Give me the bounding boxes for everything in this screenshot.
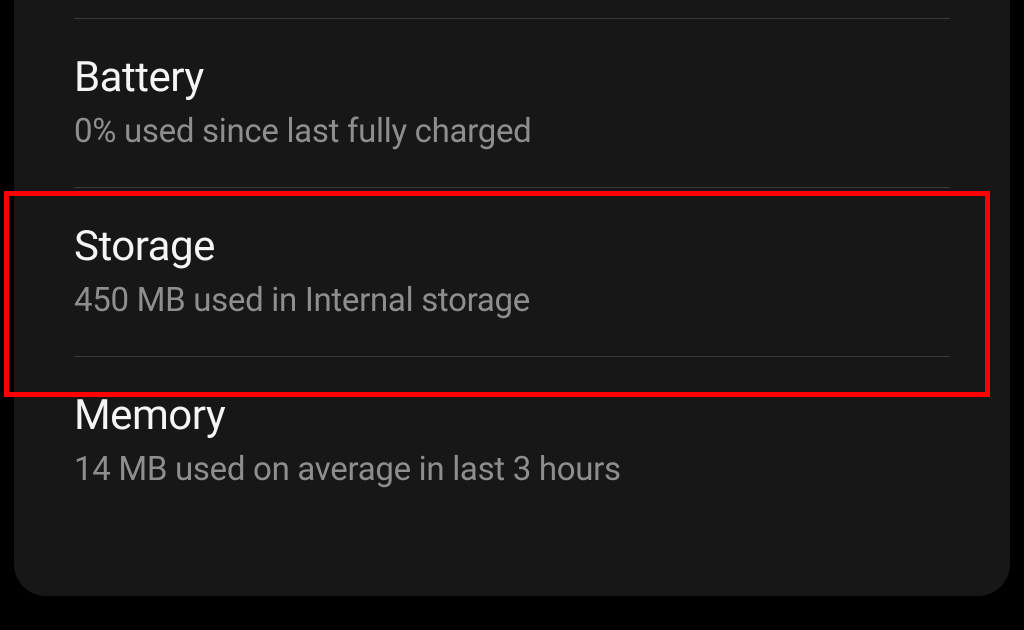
memory-subtitle: 14 MB used on average in last 3 hours — [74, 450, 950, 489]
settings-container: Battery 0% used since last fully charged… — [0, 0, 1024, 596]
memory-setting-item[interactable]: Memory 14 MB used on average in last 3 h… — [14, 357, 1010, 525]
storage-setting-item[interactable]: Storage 450 MB used in Internal storage — [14, 188, 1010, 356]
storage-title: Storage — [74, 222, 950, 271]
battery-subtitle: 0% used since last fully charged — [74, 112, 950, 151]
memory-title: Memory — [74, 391, 950, 440]
battery-title: Battery — [74, 53, 950, 102]
battery-setting-item[interactable]: Battery 0% used since last fully charged — [14, 19, 1010, 187]
storage-subtitle: 450 MB used in Internal storage — [74, 281, 950, 320]
settings-panel: Battery 0% used since last fully charged… — [14, 0, 1010, 596]
